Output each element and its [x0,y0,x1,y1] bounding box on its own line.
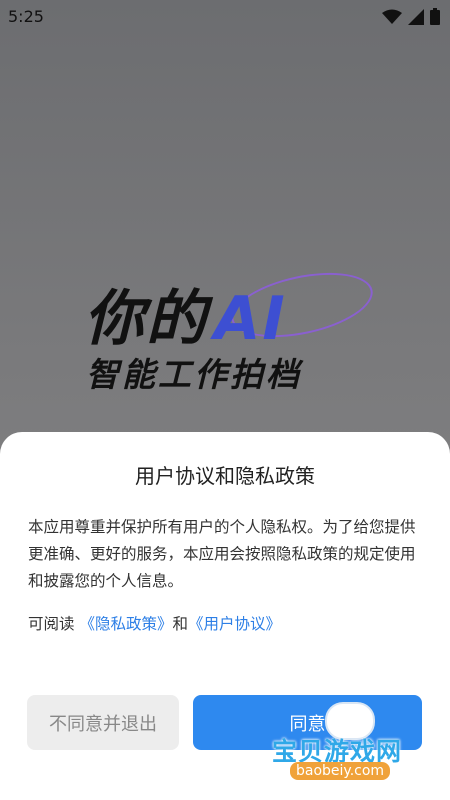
signal-icon [408,8,424,25]
logo-tagline: 智能工作拍档 [86,355,302,394]
status-icons [382,8,440,25]
wifi-icon [382,9,402,24]
watermark: 宝贝游戏网 baobeiy.com [270,698,440,788]
watermark-domain: baobeiy.com [290,762,391,780]
user-agreement-link[interactable]: 《用户协议》 [188,615,281,633]
dialog-body: 本应用尊重并保护所有用户的个人隐私权。为了给您提供更准确、更好的服务，本应用会按… [28,518,416,590]
logo-headline-text: 你的 [84,284,208,354]
privacy-policy-link[interactable]: 《隐私政策》 [79,615,172,633]
and-text: 和 [172,615,188,633]
dialog-links: 可阅读 《隐私政策》和《用户协议》 [28,612,281,634]
status-bar: 5:25 [0,0,450,32]
status-time: 5:25 [8,7,44,26]
logo-ai-text: AI [214,284,287,354]
dialog-title: 用户协议和隐私政策 [135,464,315,488]
read-prefix: 可阅读 [28,615,75,633]
battery-icon [430,8,440,25]
logo-headline: 你的 AI [84,270,287,357]
disagree-exit-button[interactable]: 不同意并退出 [27,695,179,750]
splash-logo: 你的 AI 智能工作拍档 [80,261,380,400]
